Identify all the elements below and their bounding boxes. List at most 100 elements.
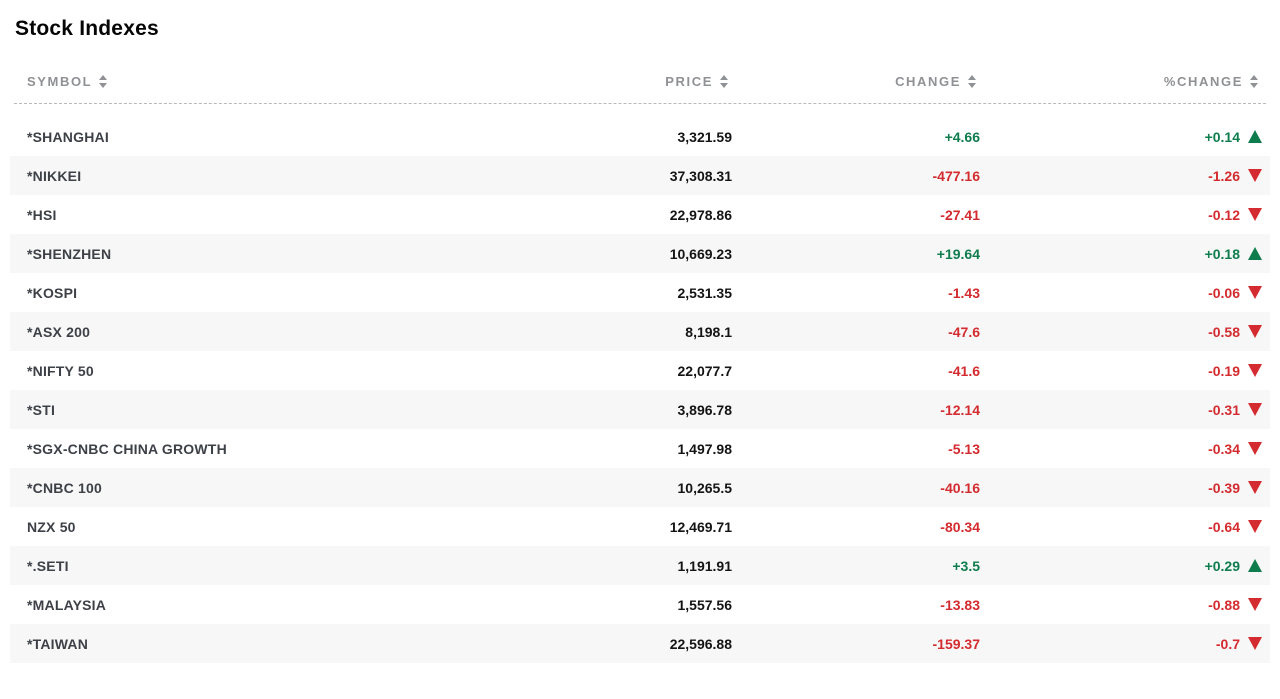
price-cell: 22,596.88	[542, 636, 732, 652]
pct-change-cell: -0.12	[980, 207, 1270, 223]
table-row: *SGX-CNBC CHINA GROWTH1,497.98-5.13-0.34	[10, 429, 1270, 468]
pct-change-value: -0.06	[1208, 285, 1240, 301]
table-row: *ASX 2008,198.1-47.6-0.58	[10, 312, 1270, 351]
pct-change-cell: -0.7	[980, 636, 1270, 652]
change-cell: -47.6	[732, 324, 980, 340]
column-header-symbol[interactable]: SYMBOL	[27, 74, 538, 89]
change-cell: -40.16	[732, 480, 980, 496]
pct-change-value: -1.26	[1208, 168, 1240, 184]
symbol-cell[interactable]: *SGX-CNBC CHINA GROWTH	[10, 441, 542, 457]
trend-down-icon	[1248, 637, 1262, 650]
symbol-cell[interactable]: NZX 50	[10, 519, 542, 535]
change-cell: -41.6	[732, 363, 980, 379]
symbol-cell[interactable]: *ASX 200	[10, 324, 542, 340]
trend-down-icon	[1248, 325, 1262, 338]
pct-change-cell: +0.18	[980, 246, 1270, 262]
price-cell: 3,321.59	[542, 129, 732, 145]
pct-change-cell: -0.19	[980, 363, 1270, 379]
table-header-row: SYMBOL PRICE CHANGE %CHANGE	[14, 74, 1266, 104]
sort-icon	[1250, 75, 1258, 88]
price-cell: 12,469.71	[542, 519, 732, 535]
table-row: NZX 5012,469.71-80.34-0.64	[10, 507, 1270, 546]
sort-icon	[968, 75, 976, 88]
change-cell: -159.37	[732, 636, 980, 652]
pct-change-cell: +0.14	[980, 129, 1270, 145]
pct-change-value: -0.64	[1208, 519, 1240, 535]
sort-icon	[720, 75, 728, 88]
pct-change-value: +0.18	[1205, 246, 1240, 262]
trend-down-icon	[1248, 481, 1262, 494]
trend-down-icon	[1248, 598, 1262, 611]
symbol-cell[interactable]: *STI	[10, 402, 542, 418]
pct-change-cell: -0.31	[980, 402, 1270, 418]
change-cell: -13.83	[732, 597, 980, 613]
symbol-cell[interactable]: *MALAYSIA	[10, 597, 542, 613]
pct-change-value: -0.39	[1208, 480, 1240, 496]
pct-change-cell: -0.64	[980, 519, 1270, 535]
trend-down-icon	[1248, 169, 1262, 182]
trend-down-icon	[1248, 520, 1262, 533]
trend-up-icon	[1248, 130, 1262, 143]
trend-up-icon	[1248, 559, 1262, 572]
pct-change-cell: +0.29	[980, 558, 1270, 574]
trend-down-icon	[1248, 364, 1262, 377]
table-row: *SHANGHAI3,321.59+4.66+0.14	[10, 117, 1270, 156]
change-cell: -27.41	[732, 207, 980, 223]
change-cell: -1.43	[732, 285, 980, 301]
column-header-change[interactable]: CHANGE	[728, 74, 976, 89]
column-header-pct-change[interactable]: %CHANGE	[976, 74, 1266, 89]
pct-change-cell: -0.06	[980, 285, 1270, 301]
column-header-price[interactable]: PRICE	[538, 74, 728, 89]
change-cell: -12.14	[732, 402, 980, 418]
trend-down-icon	[1248, 286, 1262, 299]
table-body: *SHANGHAI3,321.59+4.66+0.14 *NIKKEI37,308…	[10, 117, 1270, 663]
pct-change-value: -0.34	[1208, 441, 1240, 457]
table-row: *NIFTY 5022,077.7-41.6 -0.19	[10, 351, 1270, 390]
table-row: *SHENZHEN10,669.23+19.64+0.18	[10, 234, 1270, 273]
table-row: *HSI22,978.86-27.41-0.12	[10, 195, 1270, 234]
column-header-price-label: PRICE	[665, 74, 713, 89]
symbol-cell[interactable]: *HSI	[10, 207, 542, 223]
symbol-cell[interactable]: *CNBC 100	[10, 480, 542, 496]
change-cell: +4.66	[732, 129, 980, 145]
page-title: Stock Indexes	[15, 17, 1280, 41]
symbol-cell[interactable]: *KOSPI	[10, 285, 542, 301]
column-header-symbol-label: SYMBOL	[27, 74, 92, 89]
column-header-pct-change-label: %CHANGE	[1164, 74, 1243, 89]
symbol-cell[interactable]: *NIFTY 50	[10, 363, 542, 379]
table-row: *.SETI1,191.91+3.5 +0.29	[10, 546, 1270, 585]
stock-indexes-page: Stock Indexes SYMBOL PRICE CHANGE %CHANG…	[0, 0, 1280, 699]
symbol-cell[interactable]: *.SETI	[10, 558, 542, 574]
symbol-cell[interactable]: *SHANGHAI	[10, 129, 542, 145]
pct-change-value: -0.19	[1208, 363, 1240, 379]
pct-change-cell: -0.58	[980, 324, 1270, 340]
table-row: *TAIWAN22,596.88-159.37 -0.7	[10, 624, 1270, 663]
pct-change-cell: -1.26	[980, 168, 1270, 184]
price-cell: 1,191.91	[542, 558, 732, 574]
symbol-cell[interactable]: *SHENZHEN	[10, 246, 542, 262]
price-cell: 22,978.86	[542, 207, 732, 223]
pct-change-value: +0.29	[1205, 558, 1240, 574]
price-cell: 37,308.31	[542, 168, 732, 184]
trend-down-icon	[1248, 208, 1262, 221]
price-cell: 10,669.23	[542, 246, 732, 262]
pct-change-value: -0.7	[1216, 636, 1240, 652]
sort-icon	[99, 75, 107, 88]
price-cell: 1,557.56	[542, 597, 732, 613]
trend-up-icon	[1248, 247, 1262, 260]
price-cell: 2,531.35	[542, 285, 732, 301]
change-cell: -477.16	[732, 168, 980, 184]
table-row: *STI3,896.78-12.14-0.31	[10, 390, 1270, 429]
trend-down-icon	[1248, 442, 1262, 455]
price-cell: 22,077.7	[542, 363, 732, 379]
change-cell: +3.5	[732, 558, 980, 574]
symbol-cell[interactable]: *NIKKEI	[10, 168, 542, 184]
pct-change-cell: -0.88	[980, 597, 1270, 613]
table-row: *KOSPI2,531.35-1.43 -0.06	[10, 273, 1270, 312]
pct-change-cell: -0.39	[980, 480, 1270, 496]
pct-change-value: -0.31	[1208, 402, 1240, 418]
symbol-cell[interactable]: *TAIWAN	[10, 636, 542, 652]
change-cell: -5.13	[732, 441, 980, 457]
stock-indexes-table: SYMBOL PRICE CHANGE %CHANGE *SHANGHAI3,3…	[10, 74, 1270, 663]
pct-change-cell: -0.34	[980, 441, 1270, 457]
